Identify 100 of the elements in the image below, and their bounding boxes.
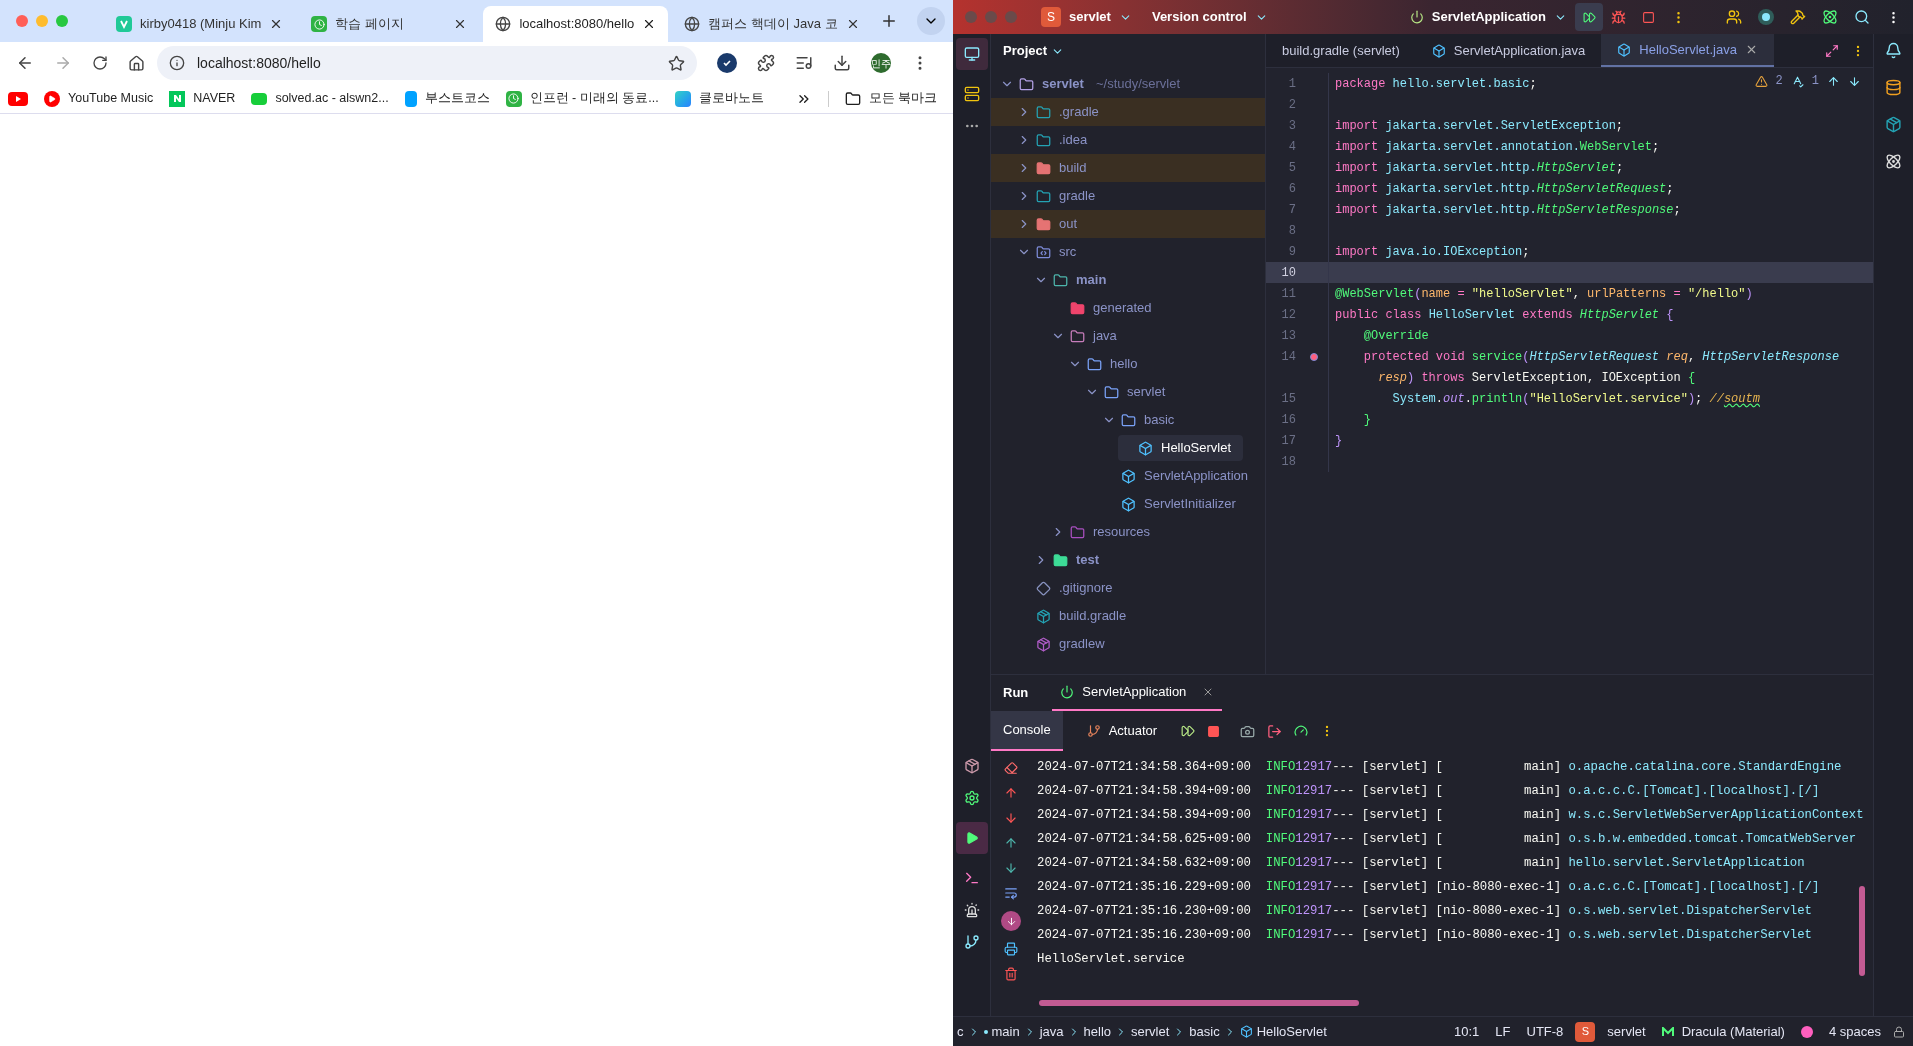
media-icon[interactable] — [795, 54, 813, 72]
users-icon[interactable] — [1726, 9, 1742, 25]
bookmark-item[interactable] — [8, 91, 28, 106]
warning-count[interactable]: 2 — [1775, 72, 1783, 90]
tree-item[interactable]: .gitignore — [1016, 575, 1125, 601]
breadcrumb-item[interactable]: main — [991, 1021, 1020, 1042]
eraser-icon[interactable] — [1004, 761, 1018, 775]
project-menu[interactable]: servlet — [1069, 7, 1111, 27]
console-tab[interactable]: Console — [991, 711, 1063, 751]
warning-icon[interactable] — [1754, 74, 1768, 88]
bookmark-item[interactable]: solved.ac - alswn2... — [251, 89, 389, 108]
bug-icon[interactable] — [1611, 9, 1626, 25]
arrow-up-icon[interactable] — [1827, 74, 1840, 88]
tree-item[interactable]: servlet ~/study/servlet — [999, 71, 1193, 97]
browser-tab[interactable]: 학습 페이지 — [299, 6, 480, 42]
tree-item[interactable]: .idea — [1016, 127, 1100, 153]
tree-item[interactable]: ServletApplication — [1101, 463, 1261, 489]
editor-tab[interactable]: build.gradle (servlet) — [1266, 34, 1416, 67]
reload-icon[interactable] — [92, 55, 108, 71]
tab-search-button[interactable] — [917, 7, 945, 35]
line-separator[interactable]: LF — [1495, 1021, 1511, 1042]
wrap-icon[interactable] — [1004, 886, 1018, 900]
breadcrumb-item[interactable]: hello — [1083, 1021, 1111, 1042]
git-branch-icon[interactable] — [963, 934, 980, 950]
bookmark-item[interactable]: NAVER — [169, 89, 236, 108]
theme-name[interactable]: Dracula (Material) — [1681, 1021, 1785, 1042]
tree-item[interactable]: generated — [1050, 295, 1164, 321]
bookmark-item[interactable]: 부스트코스 — [404, 89, 490, 108]
tree-item[interactable]: HelloServlet — [1118, 435, 1244, 461]
back-icon[interactable] — [16, 54, 34, 72]
breadcrumb-item[interactable]: basic — [1189, 1021, 1220, 1042]
editor-tab[interactable]: ServletApplication.java — [1415, 34, 1602, 67]
override-marker-icon[interactable] — [1310, 352, 1318, 361]
vcs-menu[interactable]: Version control — [1151, 7, 1247, 27]
editor-tab[interactable]: HelloServlet.java — [1601, 34, 1774, 67]
tree-item[interactable]: src — [1016, 239, 1089, 265]
scrollbar-thumb[interactable] — [1039, 1000, 1359, 1006]
gauge-icon[interactable] — [1294, 724, 1309, 738]
atom-icon[interactable] — [1885, 153, 1902, 170]
camera-icon[interactable] — [1240, 723, 1256, 739]
breadcrumb-item[interactable]: HelloServlet — [1256, 1021, 1327, 1042]
panel-title[interactable]: Project — [1003, 41, 1048, 61]
home-icon[interactable] — [128, 54, 145, 72]
scroll-end-button[interactable] — [1001, 911, 1021, 931]
hammer-icon[interactable] — [1790, 9, 1806, 25]
scrollbar-thumb[interactable] — [1859, 886, 1865, 976]
lock-icon[interactable] — [1893, 1025, 1905, 1038]
run-tab[interactable]: ServletApplication — [1052, 675, 1223, 711]
rerun-icon[interactable] — [1181, 724, 1196, 738]
address-bar[interactable]: localhost:8080/hello — [157, 46, 697, 80]
all-bookmarks-folder[interactable]: 모든 북마크 — [844, 89, 937, 108]
arrow-down-icon[interactable] — [1004, 811, 1018, 825]
search-icon[interactable] — [1854, 9, 1870, 25]
terminal-icon[interactable] — [963, 870, 980, 886]
settings-icon[interactable] — [963, 790, 980, 806]
stop-icon[interactable] — [1642, 10, 1655, 24]
tree-item[interactable]: test — [1033, 547, 1112, 573]
structure-icon[interactable] — [963, 86, 980, 102]
atom-icon[interactable] — [1822, 9, 1838, 25]
bookmark-star-icon[interactable] — [668, 54, 685, 72]
browser-tab[interactable]: kirby0418 (Minju Kim — [104, 6, 296, 42]
run-tool-button[interactable] — [955, 822, 988, 854]
profile-avatar[interactable]: 민주 — [871, 53, 891, 73]
breadcrumb-item[interactable]: c — [957, 1021, 964, 1042]
print-icon[interactable] — [1004, 942, 1018, 956]
typo-count[interactable]: 1 — [1811, 72, 1819, 90]
cursor-position[interactable]: 10:1 — [1454, 1021, 1480, 1042]
project-tool-button[interactable] — [955, 38, 988, 70]
exit-icon[interactable] — [1267, 723, 1283, 739]
browser-tab[interactable]: localhost:8080/hello — [483, 6, 669, 42]
box-icon[interactable] — [963, 758, 980, 774]
tree-item[interactable]: gradle — [1016, 183, 1108, 209]
tree-item[interactable]: main — [1033, 267, 1119, 293]
alarm-icon[interactable] — [963, 902, 980, 918]
breadcrumb-item[interactable]: java — [1039, 1021, 1064, 1042]
arrow-down-icon[interactable] — [1004, 861, 1018, 875]
breadcrumb-item[interactable]: servlet — [1131, 1021, 1170, 1042]
expand-icon[interactable] — [1825, 43, 1839, 58]
encoding[interactable]: UTF-8 — [1526, 1021, 1564, 1042]
arrow-down-icon[interactable] — [1848, 74, 1861, 88]
trash-icon[interactable] — [1004, 967, 1018, 981]
browser-tab[interactable]: 캠퍼스 핵데이 Java 코 — [672, 6, 872, 42]
run-button[interactable] — [1575, 3, 1603, 31]
indent-setting[interactable]: 4 spaces — [1828, 1021, 1881, 1042]
tree-item[interactable]: gradlew — [1016, 631, 1117, 657]
tree-item[interactable]: basic — [1101, 407, 1187, 433]
tree-item[interactable]: hello — [1067, 351, 1150, 377]
bookmark-item[interactable]: 인프런 - 미래의 동료... — [505, 89, 659, 108]
tree-item[interactable]: resources — [1050, 519, 1163, 545]
bookmark-item[interactable]: YouTube Music — [44, 89, 154, 108]
database-icon[interactable] — [1885, 79, 1902, 96]
run-config-menu[interactable]: ServletApplication — [1431, 7, 1546, 27]
check-badge-icon[interactable] — [717, 53, 737, 73]
bell-icon[interactable] — [1885, 42, 1902, 59]
extensions-icon[interactable] — [757, 54, 775, 72]
download-icon[interactable] — [833, 54, 851, 72]
tree-item[interactable]: build.gradle — [1016, 603, 1139, 629]
tree-item[interactable]: ServletInitializer — [1101, 491, 1248, 517]
info-icon[interactable] — [169, 55, 185, 71]
console-tab[interactable]: Actuator — [1074, 711, 1170, 751]
